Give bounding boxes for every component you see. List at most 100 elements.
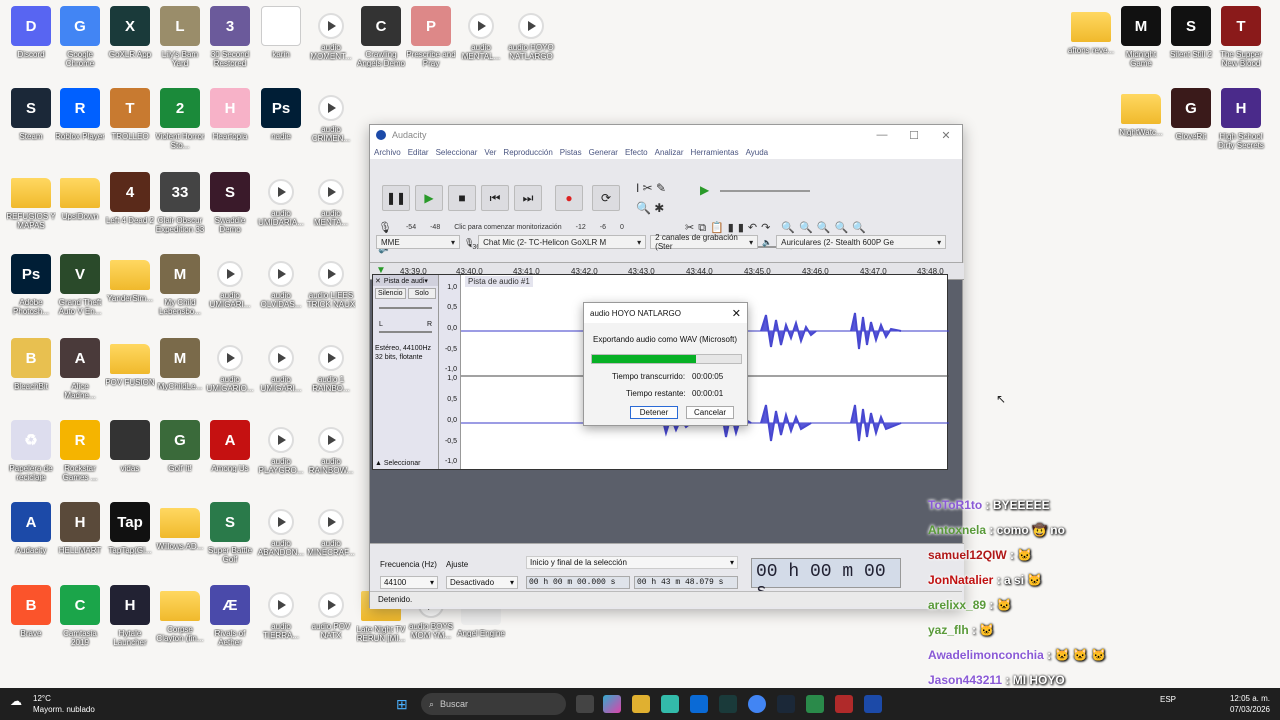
menu-reproduccion[interactable]: Reproducción xyxy=(503,148,552,157)
desktop-icon[interactable]: 4 Left 4 Dead 2 xyxy=(105,172,155,225)
minimize-button[interactable]: — xyxy=(866,129,898,142)
goxlr-icon[interactable] xyxy=(719,695,737,713)
desktop-icon[interactable]: audio TIERRA... xyxy=(256,585,306,640)
clock-time[interactable]: 12:05 a. m. xyxy=(1200,694,1270,703)
desktop-icon[interactable]: Tap TapTap(Gl... xyxy=(105,502,155,555)
desktop-icon[interactable]: A Among Us xyxy=(205,420,255,473)
desktop-icon[interactable]: H Heartopia xyxy=(205,88,255,141)
desktop-icon[interactable]: audio UMIGARI... xyxy=(256,338,306,393)
selection-end-field[interactable]: 00 h 43 m 48.079 s xyxy=(634,576,738,589)
channels-select[interactable]: 2 canales de grabación (Ster ▾ xyxy=(650,233,759,251)
stop-button[interactable]: ■ xyxy=(448,185,476,211)
desktop-icon[interactable]: audio CRIMEN... xyxy=(306,88,356,143)
mute-button[interactable]: Silencio xyxy=(375,288,406,299)
camtasia-icon[interactable] xyxy=(806,695,824,713)
desktop-icon[interactable]: R Rockstar Games ... xyxy=(55,420,105,482)
desktop-icon[interactable]: V Grand Theft Auto V En... xyxy=(55,254,105,316)
desktop-icon[interactable]: M MyChildLe... xyxy=(155,338,205,391)
solo-button[interactable]: Solo xyxy=(407,288,436,299)
menu-editar[interactable]: Editar xyxy=(408,148,429,157)
desktop-icon[interactable]: UpsiDown xyxy=(55,172,105,221)
desktop-icon[interactable]: Ps Adobe Photosh... xyxy=(6,254,56,316)
rate-select[interactable]: 44100 ▾ xyxy=(380,576,438,589)
desktop-icon[interactable]: B Brave xyxy=(6,585,56,638)
tools-icon[interactable]: I ✂ ✎ xyxy=(636,181,666,195)
desktop-icon[interactable]: audio ABANDON... xyxy=(256,502,306,557)
desktop-icon[interactable]: 2 Violent Horror Sto... xyxy=(155,88,205,150)
monitor-hint[interactable]: Clic para comenzar monitorización xyxy=(454,224,561,231)
desktop-icon[interactable]: aftons reve... xyxy=(1066,6,1116,55)
desktop-icon[interactable]: audio UMIGARI... xyxy=(205,254,255,309)
desktop-icon[interactable]: Ps nadie xyxy=(256,88,306,141)
menu-archivo[interactable]: Archivo xyxy=(374,148,401,157)
menu-ver[interactable]: Ver xyxy=(484,148,496,157)
app-icon[interactable] xyxy=(835,695,853,713)
track-close-icon[interactable]: ✕ xyxy=(375,277,381,285)
search-box[interactable]: ⌕ Buscar xyxy=(421,693,566,715)
desktop-icon[interactable]: NightWatc... xyxy=(1116,88,1166,137)
output-device-select[interactable]: Auriculares (2- Stealth 600P Ge ▾ xyxy=(776,235,947,249)
clock-date[interactable]: 07/03/2026 xyxy=(1200,705,1270,714)
file-explorer-icon[interactable] xyxy=(632,695,650,713)
time-display[interactable]: 00 h 00 m 00 s xyxy=(751,558,901,602)
desktop-icon[interactable]: Corpse Clayton (fin... xyxy=(155,585,205,643)
menu-herramientas[interactable]: Herramientas xyxy=(691,148,739,157)
stop-export-button[interactable]: Detener xyxy=(630,406,678,419)
host-select[interactable]: MME ▾ xyxy=(376,235,460,249)
desktop-icon[interactable]: audio HOYO NATLARGO xyxy=(506,6,556,61)
desktop-icon[interactable]: M My Child Lebensbo... xyxy=(155,254,205,316)
desktop-icon[interactable]: audio 1 RAINBO... xyxy=(306,338,356,393)
weather-temp[interactable]: 12°C xyxy=(33,694,51,703)
desktop-icon[interactable]: REFUGIOS Y MAPAS xyxy=(6,172,56,230)
desktop-icon[interactable]: S Swaddle Demo xyxy=(205,172,255,234)
desktop-icon[interactable]: vidas xyxy=(105,420,155,473)
desktop-icon[interactable]: POV FUSION xyxy=(105,338,155,387)
skip-start-button[interactable]: ⏮ xyxy=(481,185,509,211)
desktop-icon[interactable]: 3 30 Second Restored xyxy=(205,6,255,68)
desktop-icon[interactable]: YanderSim... xyxy=(105,254,155,303)
desktop-icon[interactable]: M Midnight Game xyxy=(1116,6,1166,68)
desktop-icon[interactable]: audio LIEES TRICK NAUX xyxy=(306,254,356,309)
menu-pistas[interactable]: Pistas xyxy=(560,148,582,157)
selection-start-field[interactable]: 00 h 00 m 00.000 s xyxy=(526,576,630,589)
windows-start-icon[interactable]: ⊞ xyxy=(396,696,408,713)
copilot-icon[interactable] xyxy=(603,695,621,713)
weather-desc[interactable]: Mayorm. nublado xyxy=(33,705,95,714)
record-button[interactable]: ● xyxy=(555,185,583,211)
desktop-icon[interactable]: R Roblox Player xyxy=(55,88,105,141)
language-indicator[interactable]: ESP xyxy=(1160,695,1176,704)
desktop-icon[interactable]: H Hytale Launcher xyxy=(105,585,155,647)
desktop-icon[interactable]: audio UMIGARIO... xyxy=(205,338,255,393)
desktop-icon[interactable]: 33 Clair Obscur Expedition 33 xyxy=(155,172,205,234)
steam-icon[interactable] xyxy=(777,695,795,713)
zoom-tool-icon[interactable]: 🔍 ✱ xyxy=(636,201,664,215)
desktop-icon[interactable]: G Golf It! xyxy=(155,420,205,473)
task-view-icon[interactable] xyxy=(576,695,594,713)
desktop-icon[interactable]: audio UMIDARIA... xyxy=(256,172,306,227)
desktop-icon[interactable]: audio PLAYGRO... xyxy=(256,420,306,475)
desktop-icon[interactable]: S Steam xyxy=(6,88,56,141)
menu-ayuda[interactable]: Ayuda xyxy=(746,148,769,157)
weather-icon[interactable]: ☁ xyxy=(10,694,22,708)
desktop-icon[interactable]: karin xyxy=(256,6,306,59)
audacity-taskbar-icon[interactable] xyxy=(864,695,882,713)
desktop-icon[interactable]: S Super Battle Golf xyxy=(205,502,255,564)
desktop-icon[interactable]: S Silent Still 2 xyxy=(1166,6,1216,59)
desktop-icon[interactable]: A Alice Madne... xyxy=(55,338,105,400)
play-speed-slider[interactable] xyxy=(720,190,810,192)
menu-analizar[interactable]: Analizar xyxy=(655,148,684,157)
desktop-icon[interactable]: H High School Dirty Secrets xyxy=(1216,88,1266,150)
desktop-icon[interactable]: audio OLVIDAS... xyxy=(256,254,306,309)
desktop-icon[interactable]: Æ Rivals of Aether xyxy=(205,585,255,647)
chrome-icon[interactable] xyxy=(748,695,766,713)
edge-icon[interactable] xyxy=(661,695,679,713)
cancel-export-button[interactable]: Cancelar xyxy=(686,406,734,419)
menu-generar[interactable]: Generar xyxy=(589,148,618,157)
input-device-select[interactable]: Chat Mic (2- TC-Helicon GoXLR M ▾ xyxy=(478,235,647,249)
desktop-icon[interactable]: L Lily's Bam Yard xyxy=(155,6,205,68)
desktop-icon[interactable]: A Audacity xyxy=(6,502,56,555)
play-at-speed-icon[interactable]: ▶ xyxy=(700,183,709,197)
skip-end-button[interactable]: ⏭ xyxy=(514,185,542,211)
selection-mode-select[interactable]: Inicio y final de la selección ▾ xyxy=(526,556,738,569)
desktop-icon[interactable]: X GoXLR App xyxy=(105,6,155,59)
